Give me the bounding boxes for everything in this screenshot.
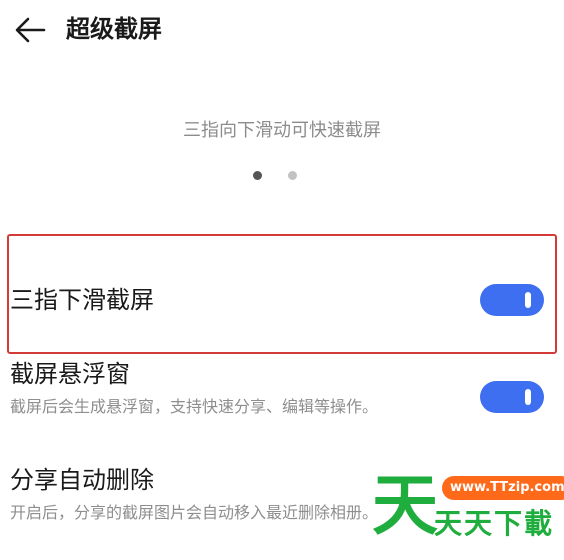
- gesture-hint-text: 三指向下滑动可快速截屏: [183, 120, 381, 141]
- page-indicator: [0, 168, 564, 182]
- three-finger-toggle[interactable]: [480, 284, 544, 316]
- watermark-url: www.TTzip.com: [442, 476, 564, 500]
- arrow-left-icon: [15, 17, 46, 43]
- page-dot-inactive[interactable]: [288, 171, 297, 180]
- watermark-logo: 天: [372, 467, 438, 544]
- setting-three-finger-label: 三指下滑截屏: [10, 286, 154, 314]
- toggle-knob: [525, 389, 531, 405]
- setting-auto-delete-label: 分享自动删除: [10, 466, 154, 494]
- super-screenshot-page: 超级截屏 三指向下滑动可快速截屏 三指下滑截屏 截屏悬浮窗 截屏后会生成悬浮窗，…: [0, 0, 564, 560]
- setting-floating-window-desc: 截屏后会生成悬浮窗，支持快速分享、编辑等操作。: [10, 397, 379, 416]
- app-header: 超级截屏: [0, 0, 564, 60]
- setting-floating-window-label: 截屏悬浮窗: [10, 360, 130, 388]
- watermark-name: 天天下載: [434, 507, 555, 540]
- back-button[interactable]: [12, 12, 48, 48]
- site-watermark: 天 www.TTzip.com 天天下載: [360, 464, 564, 560]
- floating-window-toggle[interactable]: [480, 381, 544, 413]
- page-title: 超级截屏: [66, 15, 162, 43]
- toggle-knob: [525, 292, 531, 308]
- page-dot-active[interactable]: [253, 171, 262, 180]
